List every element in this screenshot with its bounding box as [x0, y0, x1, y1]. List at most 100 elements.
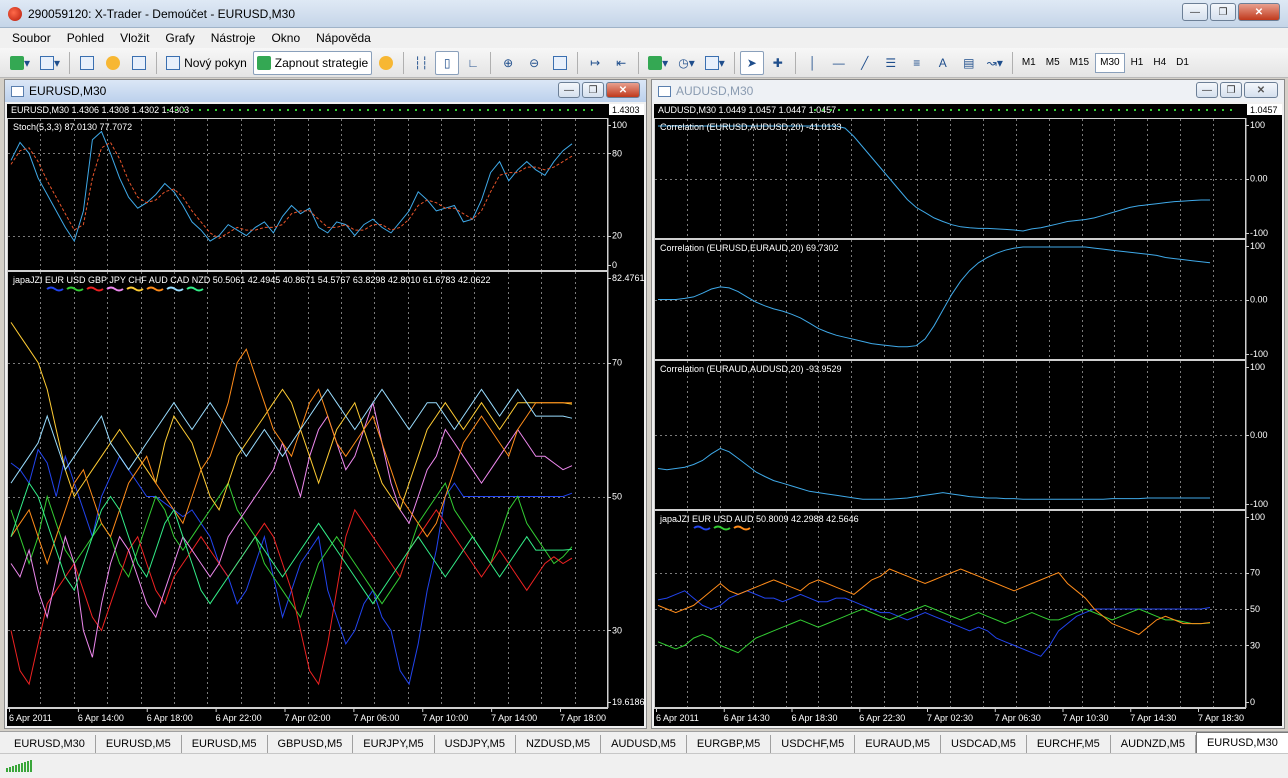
text-tool-button[interactable]: A — [931, 51, 955, 75]
text-tool-icon: A — [938, 55, 947, 70]
chart-tab[interactable]: USDCAD,M5 — [941, 735, 1027, 753]
vertical-line-button[interactable]: │ — [801, 51, 825, 75]
chart-canvas[interactable]: AUDUSD,M30 1.0449 1.0457 1.0447 1.0457 1.… — [654, 104, 1282, 726]
timeframe-m30[interactable]: M30 — [1095, 52, 1125, 73]
crosshair-button[interactable]: ✚ — [766, 51, 790, 75]
chart-restore-button[interactable]: ❐ — [582, 82, 604, 98]
chart-svg[interactable]: AUDUSD,M30 1.0449 1.0457 1.0447 1.0457 1.… — [654, 104, 1282, 726]
time-label: 7 Apr 06:00 — [353, 713, 399, 723]
chart-tab[interactable]: GBPUSD,M5 — [268, 735, 354, 753]
profiles-button[interactable]: ▾ — [36, 51, 64, 75]
chart-svg[interactable]: EURUSD,M30 1.4306 1.4308 1.4302 1.4303 1.… — [7, 104, 644, 726]
minimize-button[interactable]: — — [1182, 3, 1208, 21]
legend-swatch-jpy — [106, 286, 124, 292]
chart-close-button[interactable]: ✕ — [606, 82, 640, 98]
app-window: 290059120: X-Trader - Demoúčet - EURUSD,… — [0, 0, 1288, 778]
chart-window-audusd[interactable]: AUDUSD,M30 — ❐ ✕ AUDUSD,M30 1.0449 1.045… — [651, 79, 1285, 729]
indicator-panel[interactable]: Stoch(5,3,3) 87.0130 77.7072 100 80 20 0 — [7, 118, 628, 271]
timeframe-h4[interactable]: H4 — [1149, 53, 1170, 73]
maximize-button[interactable]: ❐ — [1210, 3, 1236, 21]
indicator-label: Correlation (EURUSD,AUDUSD,20) -41.0133 — [660, 122, 842, 132]
menu-okno[interactable]: Okno — [263, 31, 308, 45]
scale-label: 100 — [1250, 241, 1265, 251]
chart-tab[interactable]: EURUSD,M30 — [1195, 732, 1288, 753]
horizontal-line-button[interactable]: — — [827, 51, 851, 75]
candlestick-button[interactable]: ▯ — [435, 50, 460, 75]
scale-label: -100 — [1250, 228, 1268, 238]
legend-swatch-cad — [166, 286, 184, 292]
indicator-panel[interactable]: japaJZI EUR USD GBP JPY CHF AUD CAD NZD … — [7, 271, 645, 708]
menu-vlozit[interactable]: Vložit — [112, 31, 157, 45]
text-label-button[interactable]: ▤ — [957, 51, 981, 75]
chart-minimize-button[interactable]: — — [1196, 82, 1218, 98]
new-order-icon — [166, 55, 181, 70]
time-label: 6 Apr 14:30 — [724, 713, 770, 723]
chart-window-title: EURUSD,M30 — [29, 84, 107, 98]
chart-close-button[interactable]: ✕ — [1244, 82, 1278, 98]
zoom-out-button[interactable]: ⊖ — [522, 51, 546, 75]
chart-shift-button[interactable]: ↦ — [583, 51, 607, 75]
fibonacci-button[interactable]: ≡ — [905, 51, 929, 75]
current-price-label: 1.0457 — [1250, 105, 1278, 115]
chart-tab[interactable]: EURUSD,M5 — [182, 735, 268, 753]
autoscroll-button[interactable]: ⇤ — [609, 51, 633, 75]
timeframe-m5[interactable]: M5 — [1042, 53, 1064, 73]
chart-tab[interactable]: EURGBP,M5 — [687, 735, 772, 753]
chart-tab[interactable]: EURCHF,M5 — [1027, 735, 1111, 753]
templates-button[interactable]: ▾ — [701, 51, 729, 75]
timeframe-h1[interactable]: H1 — [1127, 53, 1148, 73]
time-label: 7 Apr 10:00 — [422, 713, 468, 723]
navigator-button[interactable] — [101, 51, 125, 75]
menu-nastroje[interactable]: Nástroje — [203, 31, 264, 45]
toolbar-separator — [403, 51, 405, 74]
series-line-aud — [657, 568, 1211, 636]
close-button[interactable]: ✕ — [1238, 3, 1280, 21]
chart-tab[interactable]: USDCHF,M5 — [771, 735, 856, 753]
new-order-button[interactable]: Nový pokyn — [162, 51, 251, 75]
channel-button[interactable]: ☰ — [879, 51, 903, 75]
chart-restore-button[interactable]: ❐ — [1220, 82, 1242, 98]
start-strategy-button[interactable]: Zapnout strategie — [252, 50, 373, 75]
chart-tab[interactable]: EURUSD,M5 — [96, 735, 182, 753]
chart-tab[interactable]: EURAUD,M5 — [855, 735, 942, 753]
chart-minimize-button[interactable]: — — [558, 82, 580, 98]
horizontal-line-icon: — — [832, 55, 845, 70]
indicator-panel[interactable]: japaJZI EUR USD AUD 50.8009 42.2988 42.5… — [654, 510, 1266, 708]
chart-tab[interactable]: USDJPY,M5 — [435, 735, 516, 753]
indicator-panel[interactable]: Correlation (EURUSD,AUDUSD,20) -41.0133 1… — [654, 118, 1269, 239]
menu-pohled[interactable]: Pohled — [59, 31, 112, 45]
chart-tab[interactable]: AUDNZD,M5 — [1111, 735, 1196, 753]
arrows-button[interactable]: ↝ ▾ — [983, 51, 1007, 75]
terminal-button[interactable] — [127, 51, 151, 75]
tile-windows-button[interactable] — [548, 51, 572, 75]
series-line-chf — [10, 322, 573, 512]
chart-window-eurusd[interactable]: EURUSD,M30 — ❐ ✕ EURUSD,M30 1.4306 1.430… — [4, 79, 647, 729]
legend-swatch-nzd — [186, 286, 204, 292]
periods-button[interactable]: ◷ ▾ — [674, 51, 699, 75]
menu-grafy[interactable]: Grafy — [157, 31, 202, 45]
alert-button[interactable] — [374, 51, 398, 75]
chart-tab[interactable]: EURUSD,M30 — [4, 735, 96, 753]
indicator-panel[interactable]: Correlation (EURAUD,AUDUSD,20) -93.9529 1… — [654, 360, 1269, 510]
timeframe-m15[interactable]: M15 — [1066, 53, 1093, 73]
zoom-in-button[interactable]: ⊕ — [496, 51, 520, 75]
connection-status-icon — [6, 760, 32, 772]
market-watch-button[interactable] — [75, 51, 99, 75]
cursor-button[interactable]: ➤ — [739, 50, 764, 75]
new-chart-button[interactable]: ▾ — [6, 51, 34, 75]
chart-tab[interactable]: NZDUSD,M5 — [516, 735, 602, 753]
bar-chart-button[interactable]: ┆┆ — [409, 51, 433, 75]
chart-tab[interactable]: EURJPY,M5 — [353, 735, 435, 753]
menu-napoveda[interactable]: Nápověda — [308, 31, 379, 45]
indicators-button[interactable]: ▾ — [644, 51, 672, 75]
chart-tab[interactable]: AUDUSD,M5 — [601, 735, 687, 753]
trendline-button[interactable]: ╱ — [853, 51, 877, 75]
timeframe-d1[interactable]: D1 — [1172, 53, 1193, 73]
line-chart-button[interactable]: ∟ — [461, 51, 485, 75]
timeframe-m1[interactable]: M1 — [1018, 53, 1040, 73]
tile-windows-icon — [553, 55, 568, 70]
indicator-panel[interactable]: Correlation (EURUSD,EURAUD,20) 69.7302 10… — [654, 239, 1269, 360]
time-label: 7 Apr 14:00 — [491, 713, 537, 723]
menu-soubor[interactable]: Soubor — [4, 31, 59, 45]
chart-canvas[interactable]: EURUSD,M30 1.4306 1.4308 1.4302 1.4303 1.… — [7, 104, 644, 726]
